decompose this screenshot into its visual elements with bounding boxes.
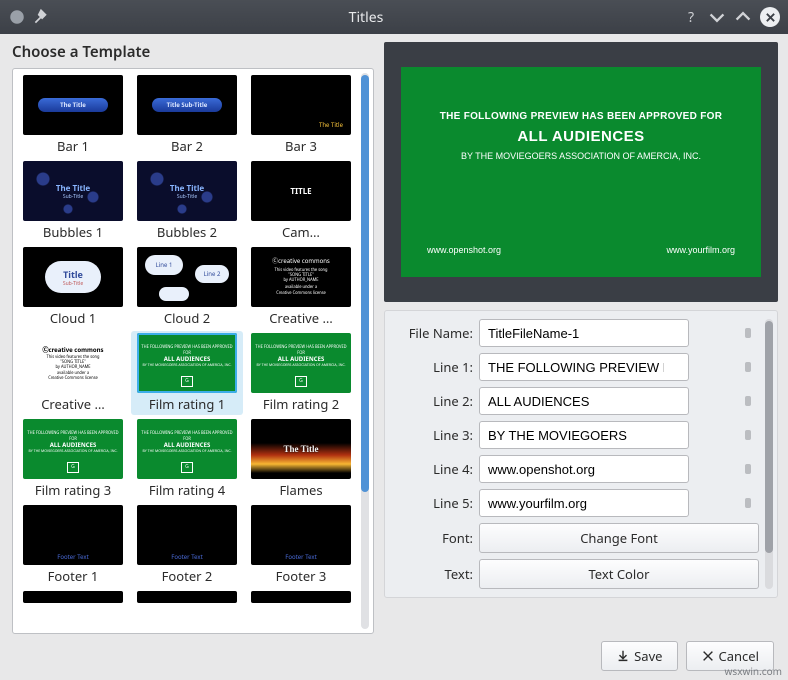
template-label: Bar 1 bbox=[57, 137, 89, 155]
template-item-cam[interactable]: TITLECam… bbox=[245, 159, 357, 243]
template-item-fr1[interactable]: THE FOLLOWING PREVIEW HAS BEEN APPROVED … bbox=[131, 331, 243, 415]
preview-panel: THE FOLLOWING PREVIEW HAS BEEN APPROVED … bbox=[384, 42, 778, 302]
template-item-ft1[interactable]: Footer TextFooter 1 bbox=[17, 503, 129, 587]
template-item-flm[interactable]: The TitleFlames bbox=[245, 417, 357, 501]
line2-field[interactable] bbox=[479, 387, 689, 415]
template-label: Film rating 2 bbox=[263, 395, 339, 413]
template-item-bar3[interactable]: The TitleBar 3 bbox=[245, 73, 357, 157]
preview-line1: THE FOLLOWING PREVIEW HAS BEEN APPROVED … bbox=[440, 111, 723, 122]
change-font-button[interactable]: Change Font bbox=[479, 523, 759, 553]
filename-label: File Name: bbox=[393, 324, 473, 342]
save-icon bbox=[616, 649, 630, 663]
dialog-footer: Save Cancel bbox=[0, 634, 788, 678]
text-label: Text: bbox=[393, 565, 473, 583]
template-item-fr3[interactable]: THE FOLLOWING PREVIEW HAS BEEN APPROVED … bbox=[17, 417, 129, 501]
template-label: Bubbles 1 bbox=[43, 223, 103, 241]
save-button-label: Save bbox=[634, 647, 662, 665]
template-item-cld2[interactable]: Line 1Line 2Cloud 2 bbox=[131, 245, 243, 329]
line4-field[interactable] bbox=[479, 455, 689, 483]
preview-line3: BY THE MOVIEGOERS ASSOCIATION OF AMERCIA… bbox=[461, 151, 701, 161]
template-item-ft3[interactable]: Footer TextFooter 3 bbox=[245, 503, 357, 587]
template-label: Bar 2 bbox=[171, 137, 203, 155]
template-scroll-area[interactable]: The TitleBar 1Title Sub-TitleBar 2The Ti… bbox=[13, 69, 361, 633]
form-scrollbar[interactable] bbox=[765, 319, 773, 589]
preview-line2: ALL AUDIENCES bbox=[517, 128, 644, 145]
template-item-cc2[interactable]: Ⓒcreative commonsThis video features the… bbox=[17, 331, 129, 415]
template-label: Cloud 2 bbox=[164, 309, 210, 327]
preview-url-right: www.yourfilm.org bbox=[666, 245, 735, 255]
minimize-icon[interactable] bbox=[708, 8, 726, 26]
line3-field[interactable] bbox=[479, 421, 689, 449]
template-label: Film rating 4 bbox=[149, 481, 225, 499]
window-titlebar: Titles ? bbox=[0, 0, 788, 34]
app-icon bbox=[8, 8, 26, 26]
template-label: Cloud 1 bbox=[50, 309, 96, 327]
template-scrollbar[interactable] bbox=[361, 73, 369, 629]
template-item-bar2[interactable]: Title Sub-TitleBar 2 bbox=[131, 73, 243, 157]
font-label: Font: bbox=[393, 529, 473, 547]
template-label: Footer 1 bbox=[48, 567, 99, 585]
choose-template-heading: Choose a Template bbox=[12, 42, 374, 62]
template-list: The TitleBar 1Title Sub-TitleBar 2The Ti… bbox=[12, 68, 374, 634]
template-label: Bubbles 2 bbox=[157, 223, 217, 241]
line5-label: Line 5: bbox=[393, 494, 473, 512]
template-item-cld1[interactable]: TitleSub-TitleCloud 1 bbox=[17, 245, 129, 329]
text-color-button[interactable]: Text Color bbox=[479, 559, 759, 589]
template-label: Film rating 3 bbox=[35, 481, 111, 499]
save-button[interactable]: Save bbox=[601, 641, 677, 671]
template-label: Footer 3 bbox=[276, 567, 327, 585]
preview-url-left: www.openshot.org bbox=[427, 245, 501, 255]
help-icon[interactable]: ? bbox=[682, 8, 700, 26]
template-item-more[interactable] bbox=[131, 589, 243, 605]
line2-label: Line 2: bbox=[393, 392, 473, 410]
template-label: Film rating 1 bbox=[149, 395, 225, 413]
template-label: Creative … bbox=[269, 309, 333, 327]
template-item-bub2[interactable]: The TitleSub-TitleBubbles 2 bbox=[131, 159, 243, 243]
filename-field[interactable] bbox=[479, 319, 689, 347]
template-label: Flames bbox=[279, 481, 322, 499]
preview-canvas: THE FOLLOWING PREVIEW HAS BEEN APPROVED … bbox=[401, 67, 761, 277]
line1-field[interactable] bbox=[479, 353, 689, 381]
template-label: Creative … bbox=[41, 395, 105, 413]
template-label: Cam… bbox=[282, 223, 320, 241]
cancel-icon bbox=[701, 649, 715, 663]
pin-icon[interactable] bbox=[32, 8, 50, 26]
maximize-icon[interactable] bbox=[734, 8, 752, 26]
line1-label: Line 1: bbox=[393, 358, 473, 376]
close-icon[interactable] bbox=[760, 7, 780, 27]
line5-field[interactable] bbox=[479, 489, 689, 517]
template-item-bar1[interactable]: The TitleBar 1 bbox=[17, 73, 129, 157]
template-item-ft2[interactable]: Footer TextFooter 2 bbox=[131, 503, 243, 587]
template-item-more[interactable] bbox=[245, 589, 357, 605]
line4-label: Line 4: bbox=[393, 460, 473, 478]
template-item-bub1[interactable]: The TitleSub-TitleBubbles 1 bbox=[17, 159, 129, 243]
line3-label: Line 3: bbox=[393, 426, 473, 444]
template-item-fr4[interactable]: THE FOLLOWING PREVIEW HAS BEEN APPROVED … bbox=[131, 417, 243, 501]
template-label: Footer 2 bbox=[162, 567, 213, 585]
template-label: Bar 3 bbox=[285, 137, 317, 155]
template-item-cc1[interactable]: Ⓒcreative commonsThis video features the… bbox=[245, 245, 357, 329]
window-title: Titles bbox=[50, 8, 682, 27]
template-item-fr2[interactable]: THE FOLLOWING PREVIEW HAS BEEN APPROVED … bbox=[245, 331, 357, 415]
watermark: wsxwin.com bbox=[725, 664, 782, 678]
cancel-button-label: Cancel bbox=[719, 647, 759, 665]
template-item-more[interactable] bbox=[17, 589, 129, 605]
title-form: File Name: Line 1: Line 2: Line 3: Line … bbox=[384, 310, 778, 598]
